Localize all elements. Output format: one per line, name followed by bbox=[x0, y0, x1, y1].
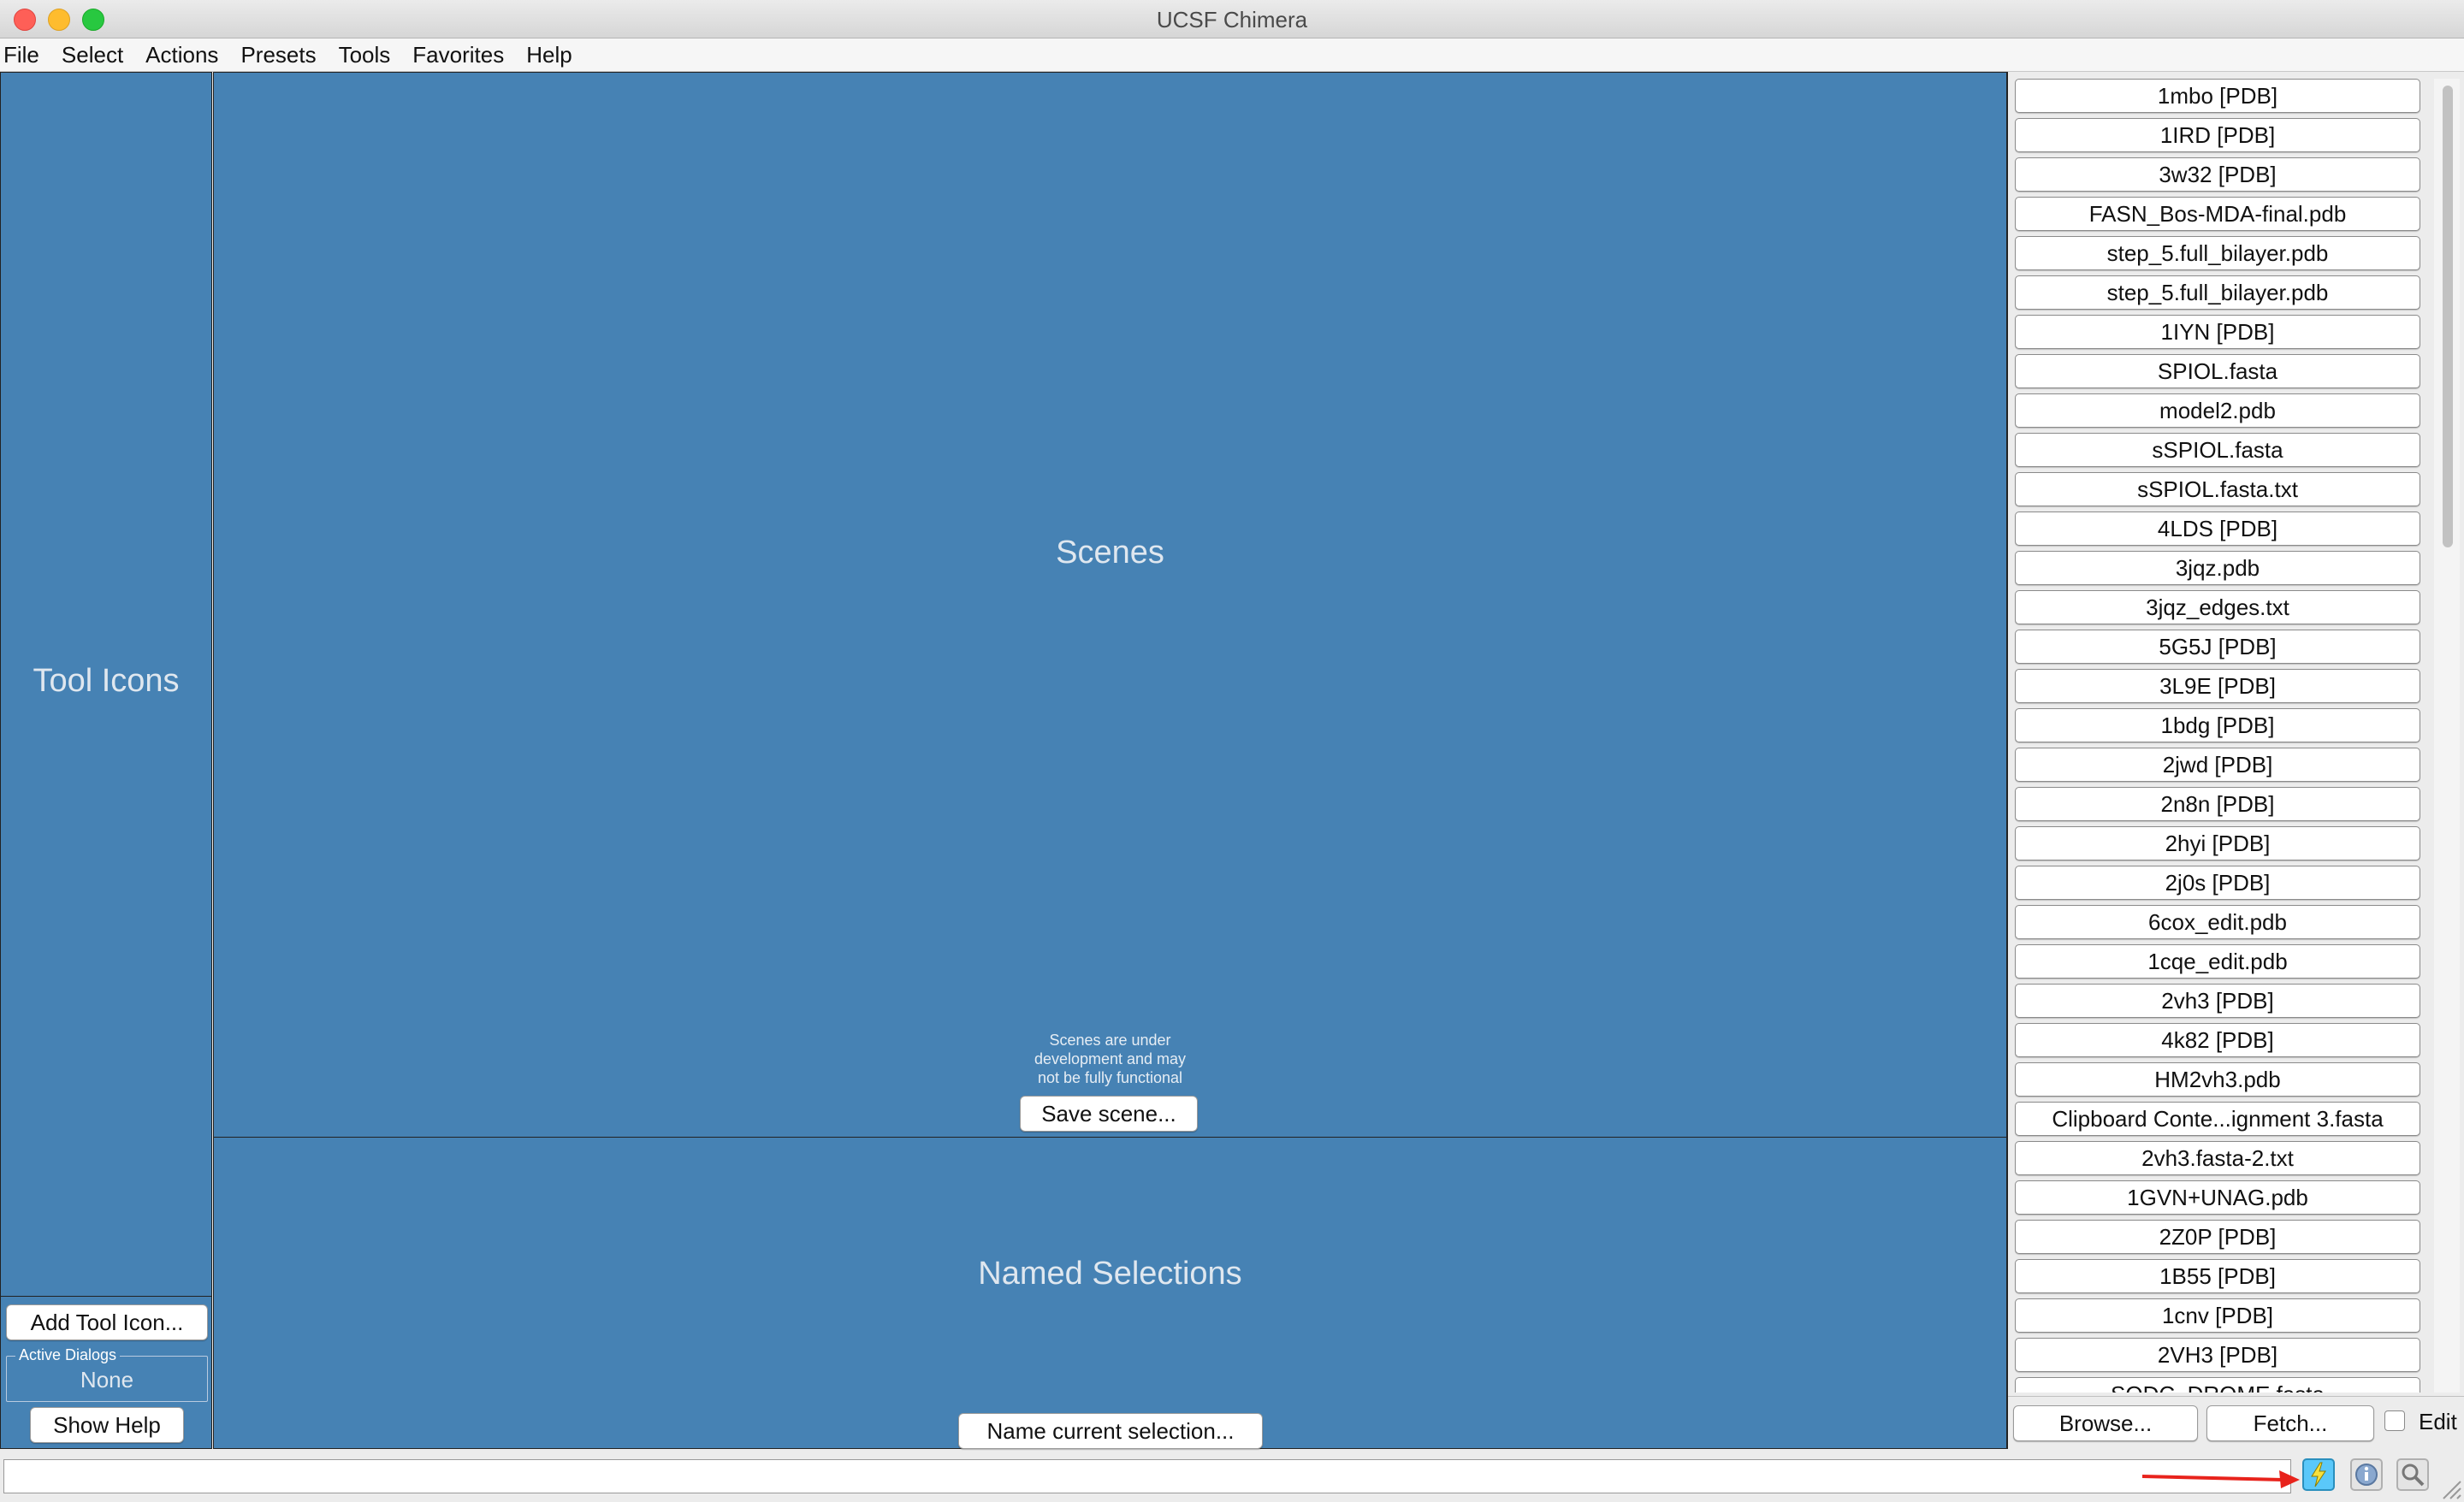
save-scene-button[interactable]: Save scene... bbox=[1020, 1096, 1198, 1132]
menu-favorites[interactable]: Favorites bbox=[401, 42, 515, 68]
show-help-button[interactable]: Show Help bbox=[30, 1407, 184, 1443]
model-list-item[interactable]: 2j0s [PDB] bbox=[2015, 866, 2420, 900]
menu-help[interactable]: Help bbox=[515, 42, 583, 68]
scenes-label: Scenes bbox=[1056, 535, 1164, 571]
menu-actions[interactable]: Actions bbox=[134, 42, 229, 68]
tool-icons-panel: Tool Icons Add Tool Icon... Active Dialo… bbox=[0, 72, 212, 1449]
model-list-item[interactable]: 2hyi [PDB] bbox=[2015, 826, 2420, 860]
scenes-note-line: not be fully functional bbox=[1037, 1069, 1183, 1086]
model-list-item[interactable]: 1mbo [PDB] bbox=[2015, 79, 2420, 113]
model-list-item[interactable]: 1cqe_edit.pdb bbox=[2015, 944, 2420, 979]
model-list-item[interactable]: SPIOL.fasta bbox=[2015, 354, 2420, 388]
model-list-item[interactable]: 1B55 [PDB] bbox=[2015, 1259, 2420, 1293]
model-list-item[interactable]: 1IYN [PDB] bbox=[2015, 315, 2420, 349]
model-list-item[interactable]: SODC_DROME.fasta bbox=[2015, 1377, 2420, 1393]
named-selections-panel: Named Selections Name current selection.… bbox=[213, 1138, 2007, 1449]
edit-label: Edit bbox=[2419, 1409, 2457, 1434]
model-list[interactable]: 1mbo [PDB] 1IRD [PDB] 3w32 [PDB] FASN_Bos-M… bbox=[2015, 79, 2420, 1393]
add-tool-icon-button[interactable]: Add Tool Icon... bbox=[6, 1304, 208, 1340]
tool-icons-label: Tool Icons bbox=[33, 663, 180, 699]
edit-checkbox[interactable] bbox=[2384, 1410, 2405, 1431]
model-list-item[interactable]: FASN_Bos-MDA-final.pdb bbox=[2015, 197, 2420, 231]
active-dialogs-box[interactable]: Active Dialogs None bbox=[6, 1346, 208, 1402]
model-list-item[interactable]: HM2vh3.pdb bbox=[2015, 1062, 2420, 1097]
title-bar: UCSF Chimera bbox=[0, 0, 2464, 38]
menu-tools[interactable]: Tools bbox=[328, 42, 402, 68]
menu-bar: File Select Actions Presets Tools Favori… bbox=[0, 38, 2464, 72]
annotation-arrow bbox=[2141, 1470, 2300, 1488]
model-list-item[interactable]: step_5.full_bilayer.pdb bbox=[2015, 275, 2420, 310]
model-list-panel: 1mbo [PDB] 1IRD [PDB] 3w32 [PDB] FASN_Bos-M… bbox=[2007, 72, 2464, 1449]
command-line-input[interactable] bbox=[3, 1459, 2291, 1493]
menu-file[interactable]: File bbox=[0, 42, 50, 68]
model-list-item[interactable]: sSPIOL.fasta.txt bbox=[2015, 472, 2420, 506]
model-list-item[interactable]: 4k82 [PDB] bbox=[2015, 1023, 2420, 1057]
model-list-item[interactable]: 3jqz.pdb bbox=[2015, 551, 2420, 585]
model-list-item[interactable]: 1cnv [PDB] bbox=[2015, 1298, 2420, 1333]
model-list-item[interactable]: 4LDS [PDB] bbox=[2015, 512, 2420, 546]
lightning-icon[interactable] bbox=[2300, 1456, 2337, 1493]
window-title: UCSF Chimera bbox=[1156, 7, 1308, 33]
scenes-note-line: development and may bbox=[1034, 1050, 1187, 1067]
fetch-button[interactable]: Fetch... bbox=[2206, 1405, 2374, 1441]
scenes-panel: Scenes Scenes are under development and … bbox=[213, 72, 2007, 1138]
active-dialogs-value: None bbox=[80, 1367, 134, 1393]
model-list-item[interactable]: 2n8n [PDB] bbox=[2015, 787, 2420, 821]
name-current-selection-button[interactable]: Name current selection... bbox=[958, 1413, 1263, 1449]
model-list-scrollbar[interactable] bbox=[2434, 79, 2460, 1393]
active-dialogs-label: Active Dialogs bbox=[15, 1346, 121, 1364]
model-list-item[interactable]: 3jqz_edges.txt bbox=[2015, 590, 2420, 624]
model-list-item[interactable]: 2vh3 [PDB] bbox=[2015, 984, 2420, 1018]
model-list-item[interactable]: 2vh3.fasta-2.txt bbox=[2015, 1141, 2420, 1175]
model-list-item[interactable]: Clipboard Conte...ignment 3.fasta bbox=[2015, 1102, 2420, 1136]
scenes-development-note: Scenes are under development and may not… bbox=[214, 1031, 2006, 1087]
model-list-item[interactable]: 3L9E [PDB] bbox=[2015, 669, 2420, 703]
model-list-item[interactable]: 1GVN+UNAG.pdb bbox=[2015, 1180, 2420, 1215]
tool-icons-area: Tool Icons bbox=[1, 73, 211, 1297]
menu-presets[interactable]: Presets bbox=[229, 42, 327, 68]
model-list-item[interactable]: sSPIOL.fasta bbox=[2015, 433, 2420, 467]
menu-select[interactable]: Select bbox=[50, 42, 134, 68]
resize-grip-icon[interactable] bbox=[2440, 1478, 2462, 1500]
model-list-item[interactable]: model2.pdb bbox=[2015, 393, 2420, 428]
info-icon[interactable] bbox=[2348, 1456, 2385, 1493]
model-list-item[interactable]: 6cox_edit.pdb bbox=[2015, 905, 2420, 939]
model-list-item[interactable]: 1IRD [PDB] bbox=[2015, 118, 2420, 152]
named-selections-label: Named Selections bbox=[978, 1256, 1242, 1292]
model-list-item[interactable]: 2Z0P [PDB] bbox=[2015, 1220, 2420, 1254]
model-list-item[interactable]: step_5.full_bilayer.pdb bbox=[2015, 236, 2420, 270]
model-list-item[interactable]: 2jwd [PDB] bbox=[2015, 748, 2420, 782]
model-list-actions: Browse... Fetch... Edit bbox=[2008, 1396, 2464, 1450]
model-list-item[interactable]: 5G5J [PDB] bbox=[2015, 630, 2420, 664]
model-list-item[interactable]: 1bdg [PDB] bbox=[2015, 708, 2420, 742]
model-list-item[interactable]: 3w32 [PDB] bbox=[2015, 157, 2420, 192]
model-list-item[interactable]: 2VH3 [PDB] bbox=[2015, 1338, 2420, 1372]
scenes-note-line: Scenes are under bbox=[1049, 1032, 1171, 1049]
scrollbar-thumb[interactable] bbox=[2443, 86, 2453, 547]
magnifier-icon[interactable] bbox=[2394, 1456, 2431, 1493]
browse-button[interactable]: Browse... bbox=[2013, 1405, 2198, 1441]
